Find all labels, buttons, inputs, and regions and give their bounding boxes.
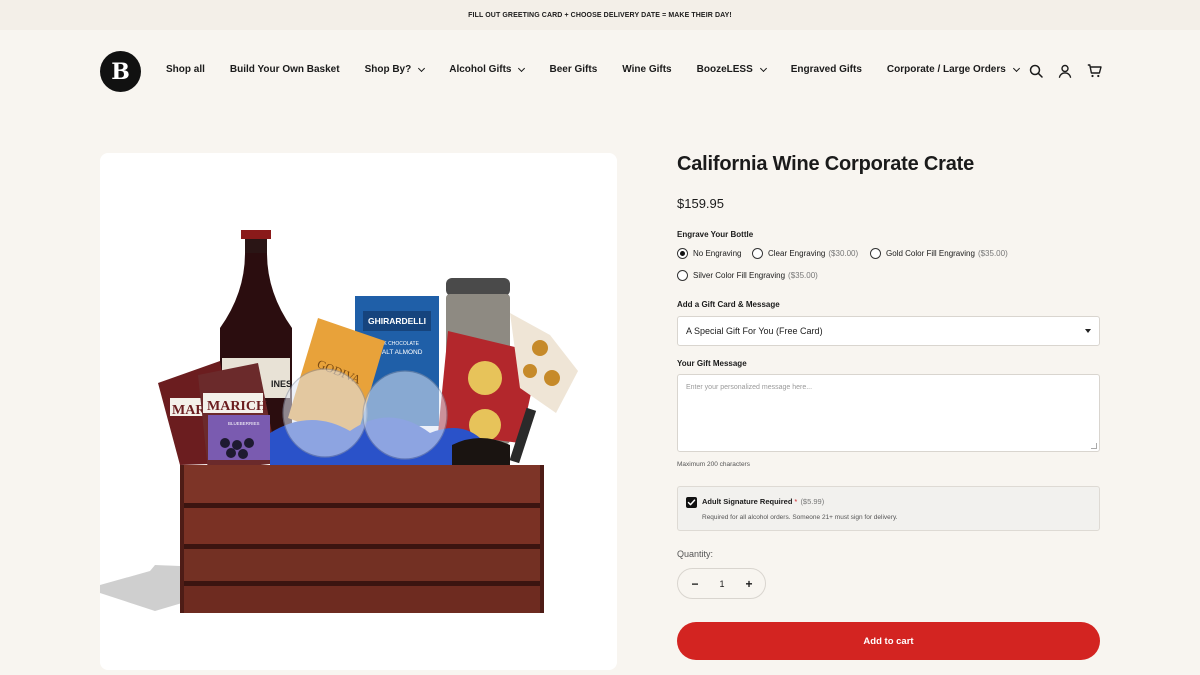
announcement-text: FILL OUT GREETING CARD + CHOOSE DELIVERY… xyxy=(468,11,732,19)
main-nav: Shop all Build Your Own Basket Shop By? … xyxy=(166,64,1020,75)
option-label: No Engraving xyxy=(693,249,742,258)
radio-unselected[interactable] xyxy=(870,248,881,259)
nav-shop-by[interactable]: Shop By? xyxy=(364,64,426,75)
required-mark: * xyxy=(794,497,798,506)
nav-engraved-gifts[interactable]: Engraved Gifts xyxy=(791,64,862,75)
gift-message-label: Your Gift Message xyxy=(677,359,747,368)
blueberries-text: BLUEBERRIES xyxy=(228,421,260,426)
nav-label: BoozeLESS xyxy=(696,64,753,75)
nav-label: Engraved Gifts xyxy=(790,64,862,75)
adult-signature-label: Adult Signature Required xyxy=(702,497,793,506)
adult-signature-checkbox[interactable] xyxy=(686,497,697,508)
option-label: Silver Color Fill Engraving xyxy=(693,271,786,280)
engrave-option-none[interactable]: No Engraving xyxy=(677,248,741,259)
chevron-down-icon xyxy=(759,64,767,72)
quantity-label: Quantity: xyxy=(677,549,714,559)
quantity-increase-button[interactable]: + xyxy=(734,569,764,598)
product-image[interactable]: INES GHIRARDELLI MILK CHOCOLATE SALT ALM… xyxy=(100,153,617,670)
add-to-cart-button[interactable]: Add to cart xyxy=(677,622,1100,660)
checkmark-icon xyxy=(687,499,696,506)
product-price: $159.95 xyxy=(677,196,724,211)
nav-shop-all[interactable]: Shop all xyxy=(166,64,205,75)
nav-label: Corporate / Large Orders xyxy=(886,64,1006,75)
nav-label: Alcohol Gifts xyxy=(449,64,512,75)
logo-letter: B xyxy=(111,58,130,85)
header-actions xyxy=(1029,64,1102,78)
account-icon[interactable] xyxy=(1058,64,1072,78)
nav-beer-gifts[interactable]: Beer Gifts xyxy=(549,64,597,75)
search-icon[interactable] xyxy=(1029,64,1043,78)
adult-signature-price: ($5.99) xyxy=(800,497,825,506)
gift-message-placeholder: Enter your personalized message here... xyxy=(686,384,813,391)
ghirardelli-line2-text: SALT ALMOND xyxy=(378,349,423,356)
option-price: ($35.00) xyxy=(788,271,818,280)
nav-label: Shop By? xyxy=(364,64,412,75)
ghirardelli-brand-text: GHIRARDELLI xyxy=(368,316,426,326)
chevron-down-icon xyxy=(518,64,526,72)
store-logo[interactable]: B xyxy=(100,51,141,92)
chevron-down-icon xyxy=(418,64,426,72)
nav-wine-gifts[interactable]: Wine Gifts xyxy=(622,64,671,75)
gift-card-selected-value: A Special Gift For You (Free Card) xyxy=(686,326,823,336)
nav-boozeless[interactable]: BoozeLESS xyxy=(696,64,767,75)
gift-card-label: Add a Gift Card & Message xyxy=(677,300,780,309)
adult-signature-note: Required for all alcohol orders. Someone… xyxy=(702,514,898,521)
quantity-value[interactable]: 1 xyxy=(708,569,736,598)
marich-text: MARICH xyxy=(207,399,267,414)
option-price: ($35.00) xyxy=(977,249,1008,258)
nav-label: Beer Gifts xyxy=(549,64,598,75)
option-label: Gold Color Fill Engraving xyxy=(886,249,975,258)
announcement-bar: FILL OUT GREETING CARD + CHOOSE DELIVERY… xyxy=(0,0,1200,30)
cart-icon[interactable] xyxy=(1087,64,1102,78)
resize-handle-icon[interactable] xyxy=(1091,443,1097,449)
nav-label: Shop all xyxy=(166,64,205,75)
gift-crate-illustration: INES GHIRARDELLI MILK CHOCOLATE SALT ALM… xyxy=(100,230,578,613)
gift-card-select[interactable]: A Special Gift For You (Free Card) xyxy=(677,316,1100,346)
engrave-label: Engrave Your Bottle xyxy=(677,230,754,239)
adult-signature-title: Adult Signature Required * ($5.99) xyxy=(702,497,824,506)
engrave-option-silver[interactable]: Silver Color Fill Engraving ($35.00) xyxy=(677,270,818,281)
nav-build-your-own-basket[interactable]: Build Your Own Basket xyxy=(230,64,340,75)
nav-alcohol-gifts[interactable]: Alcohol Gifts xyxy=(449,64,526,75)
product-title: California Wine Corporate Crate xyxy=(677,153,975,175)
adult-signature-box: Adult Signature Required * ($5.99) Requir… xyxy=(677,486,1100,531)
quantity-stepper: − 1 + xyxy=(677,568,766,599)
nav-label: Wine Gifts xyxy=(622,64,672,75)
radio-selected[interactable] xyxy=(677,248,688,259)
radio-unselected[interactable] xyxy=(677,270,688,281)
gift-message-input[interactable]: Enter your personalized message here... xyxy=(677,374,1100,452)
radio-unselected[interactable] xyxy=(752,248,763,259)
chevron-down-icon xyxy=(1012,64,1020,72)
nav-label: Build Your Own Basket xyxy=(229,64,340,75)
site-header: B Shop all Build Your Own Basket Shop By… xyxy=(0,30,1200,114)
wine-label-text: INES xyxy=(271,379,292,389)
quantity-decrease-button[interactable]: − xyxy=(680,569,710,598)
engrave-option-clear[interactable]: Clear Engraving ($30.00) xyxy=(752,248,858,259)
nav-corporate-large-orders[interactable]: Corporate / Large Orders xyxy=(886,64,1020,75)
option-price: ($30.00) xyxy=(828,249,859,258)
option-label: Clear Engraving xyxy=(768,249,826,258)
caret-down-icon xyxy=(1085,329,1091,333)
engrave-option-gold[interactable]: Gold Color Fill Engraving ($35.00) xyxy=(870,248,1008,259)
gift-message-help: Maximum 200 characters xyxy=(677,461,750,468)
